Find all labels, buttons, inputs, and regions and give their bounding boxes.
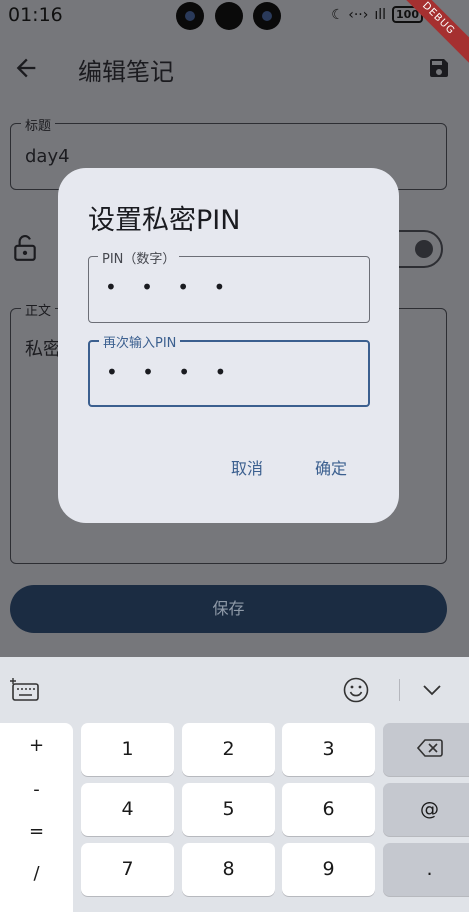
confirm-button[interactable]: 确定	[315, 455, 347, 479]
status-time: 01:16	[8, 4, 63, 26]
title-field-value: day4	[25, 146, 70, 167]
status-icons: ☾ ‹··› ıll 100	[331, 6, 423, 23]
set-pin-dialog: 设置私密PIN PIN（数字） • • • • 再次输入PIN • • • • …	[58, 168, 399, 523]
dialog-title: 设置私密PIN	[88, 205, 241, 236]
slash-key[interactable]: /	[0, 863, 73, 884]
pin-input-label: PIN（数字）	[98, 248, 180, 267]
confirm-pin-input[interactable]: 再次输入PIN • • • •	[88, 332, 370, 407]
key-4[interactable]: 4	[81, 783, 174, 836]
confirm-pin-value: • • • •	[106, 360, 236, 384]
dot-key[interactable]: .	[383, 843, 469, 896]
signal-icon: ıll	[374, 6, 387, 23]
toggle-knob	[415, 240, 433, 258]
toolbar-divider	[399, 679, 400, 701]
key-3[interactable]: 3	[282, 723, 375, 776]
status-indicators: ☾ ‹··›	[331, 6, 369, 23]
backspace-key[interactable]	[383, 723, 469, 776]
key-1[interactable]: 1	[81, 723, 174, 776]
key-2[interactable]: 2	[182, 723, 275, 776]
minus-key[interactable]: -	[0, 779, 73, 800]
key-7[interactable]: 7	[81, 843, 174, 896]
keyboard-switch-icon[interactable]	[10, 677, 40, 703]
app-bar: 编辑笔记	[0, 40, 469, 98]
camera-icon	[253, 2, 281, 30]
page-title: 编辑笔记	[78, 58, 174, 86]
chevron-down-icon[interactable]	[420, 681, 444, 699]
keyboard-toolbar	[0, 657, 469, 721]
body-field-value: 私密	[25, 339, 61, 360]
camera-icon	[176, 2, 204, 30]
status-bar: 01:16 ☾ ‹··› ıll 100 DEBUG	[0, 0, 469, 72]
at-key[interactable]: @	[383, 783, 469, 836]
camera-icon	[215, 2, 243, 30]
save-icon[interactable]	[427, 56, 451, 80]
key-8[interactable]: 8	[182, 843, 275, 896]
symbol-column: + - = /	[0, 723, 73, 912]
pin-input-value: • • • •	[105, 275, 235, 299]
dialog-actions: 取消 确定	[231, 455, 347, 479]
emoji-icon[interactable]	[343, 677, 369, 703]
plus-key[interactable]: +	[0, 735, 73, 756]
key-6[interactable]: 6	[282, 783, 375, 836]
numeric-keyboard: + - = / 1 2 3 4 5 6 @ 7 8 9 .	[0, 657, 469, 912]
body-field-label: 正文	[21, 300, 56, 319]
confirm-pin-label: 再次输入PIN	[99, 332, 181, 351]
equals-key[interactable]: =	[0, 821, 73, 842]
key-9[interactable]: 9	[282, 843, 375, 896]
back-arrow-icon[interactable]	[12, 54, 40, 82]
lock-open-icon	[14, 235, 36, 261]
pin-input[interactable]: PIN（数字） • • • •	[88, 248, 370, 323]
title-field-label: 标题	[21, 115, 56, 134]
cancel-button[interactable]: 取消	[231, 455, 263, 479]
save-button[interactable]: 保存	[10, 585, 447, 633]
key-5[interactable]: 5	[182, 783, 275, 836]
backspace-icon	[416, 739, 443, 757]
